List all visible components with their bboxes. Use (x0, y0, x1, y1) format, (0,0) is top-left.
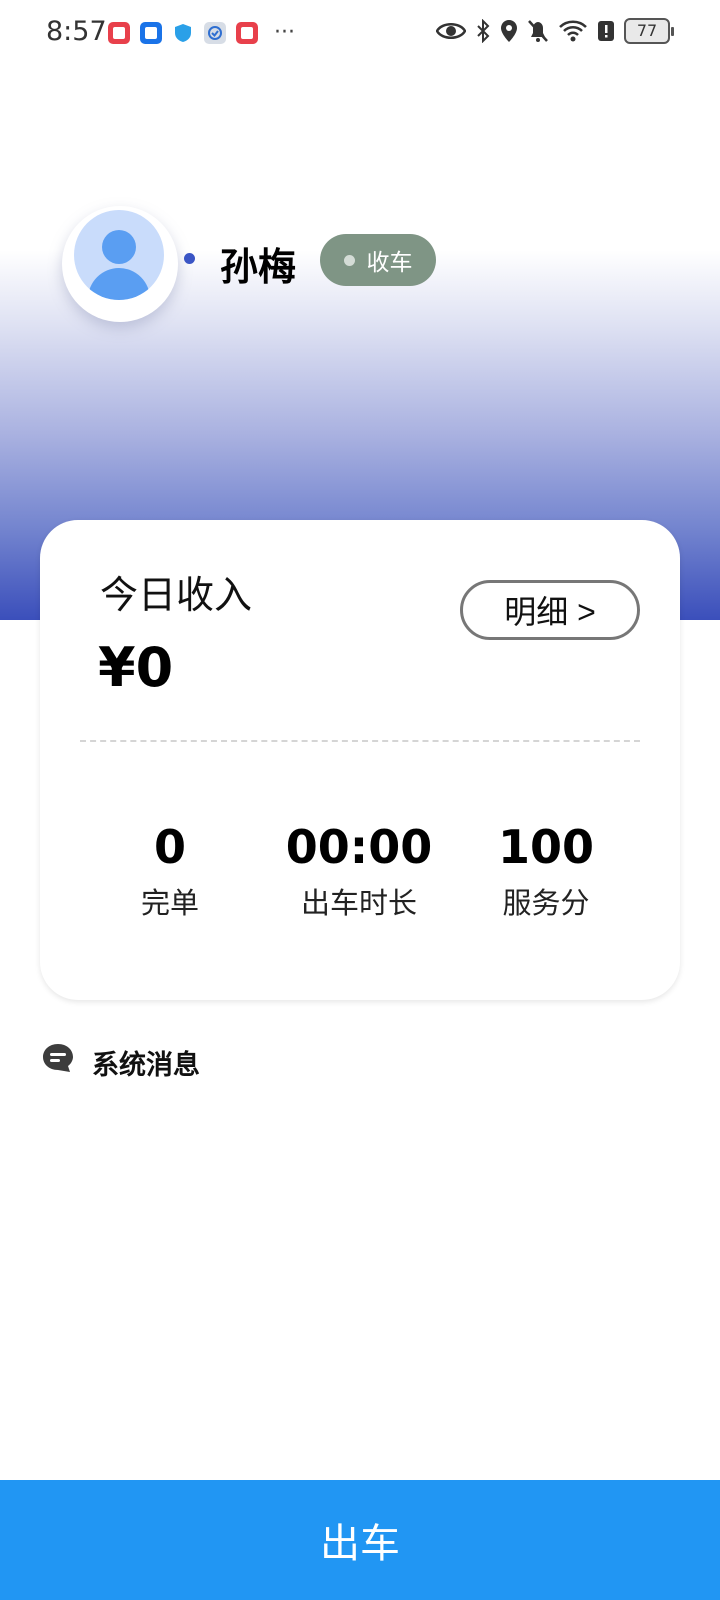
stat-value: 0 (153, 820, 186, 874)
status-badge[interactable]: 收车 (320, 234, 436, 286)
red-book-app-icon (108, 21, 130, 44)
divider (80, 740, 640, 742)
battery-icon: 77 (624, 18, 674, 44)
stat-value: 00:00 (285, 820, 433, 874)
status-label: 收车 (366, 250, 413, 276)
online-indicator-dot (184, 253, 195, 264)
notification-icons: ··· (108, 20, 295, 45)
security-app-icon (204, 21, 226, 44)
red-book-app-icon (236, 21, 258, 44)
system-messages-title: 系统消息 (92, 1050, 200, 1081)
location-icon (501, 20, 517, 42)
income-title: 今日收入 (100, 573, 253, 617)
eye-icon (436, 23, 466, 39)
driver-name: 孙梅 (220, 245, 297, 289)
system-icons: 77 (436, 18, 674, 44)
detail-button[interactable]: 明细 > (460, 580, 640, 640)
stat-label: 服务分 (502, 886, 590, 920)
stat-online-duration: 00:00 出车时长 (269, 820, 449, 922)
status-bar: 8:57 ··· 77 (0, 0, 720, 64)
bluetooth-icon (477, 19, 490, 43)
wifi-icon (559, 20, 587, 42)
stat-label: 出车时长 (300, 886, 417, 920)
more-notifications-icon: ··· (274, 20, 295, 45)
message-bubble-icon (43, 1044, 73, 1072)
blue-mail-app-icon (140, 21, 162, 44)
stat-label: 完单 (140, 886, 199, 920)
stat-service-score: 100 服务分 (456, 820, 636, 922)
status-time: 8:57 (46, 16, 107, 47)
go-online-button[interactable]: 出车 (0, 1480, 720, 1600)
alert-icon (598, 21, 614, 41)
mute-bell-icon (528, 20, 548, 42)
income-card: 今日收入 ¥0 明细 > 0 完单 00:00 出车时长 100 服务分 (40, 520, 680, 1000)
stat-value: 100 (497, 820, 595, 874)
shield-app-icon (172, 22, 194, 44)
income-amount: ¥0 (98, 636, 174, 699)
stat-completed-orders: 0 完单 (80, 820, 260, 922)
avatar-person-icon (74, 210, 164, 300)
status-dot-icon (343, 254, 355, 266)
avatar[interactable] (62, 206, 178, 322)
